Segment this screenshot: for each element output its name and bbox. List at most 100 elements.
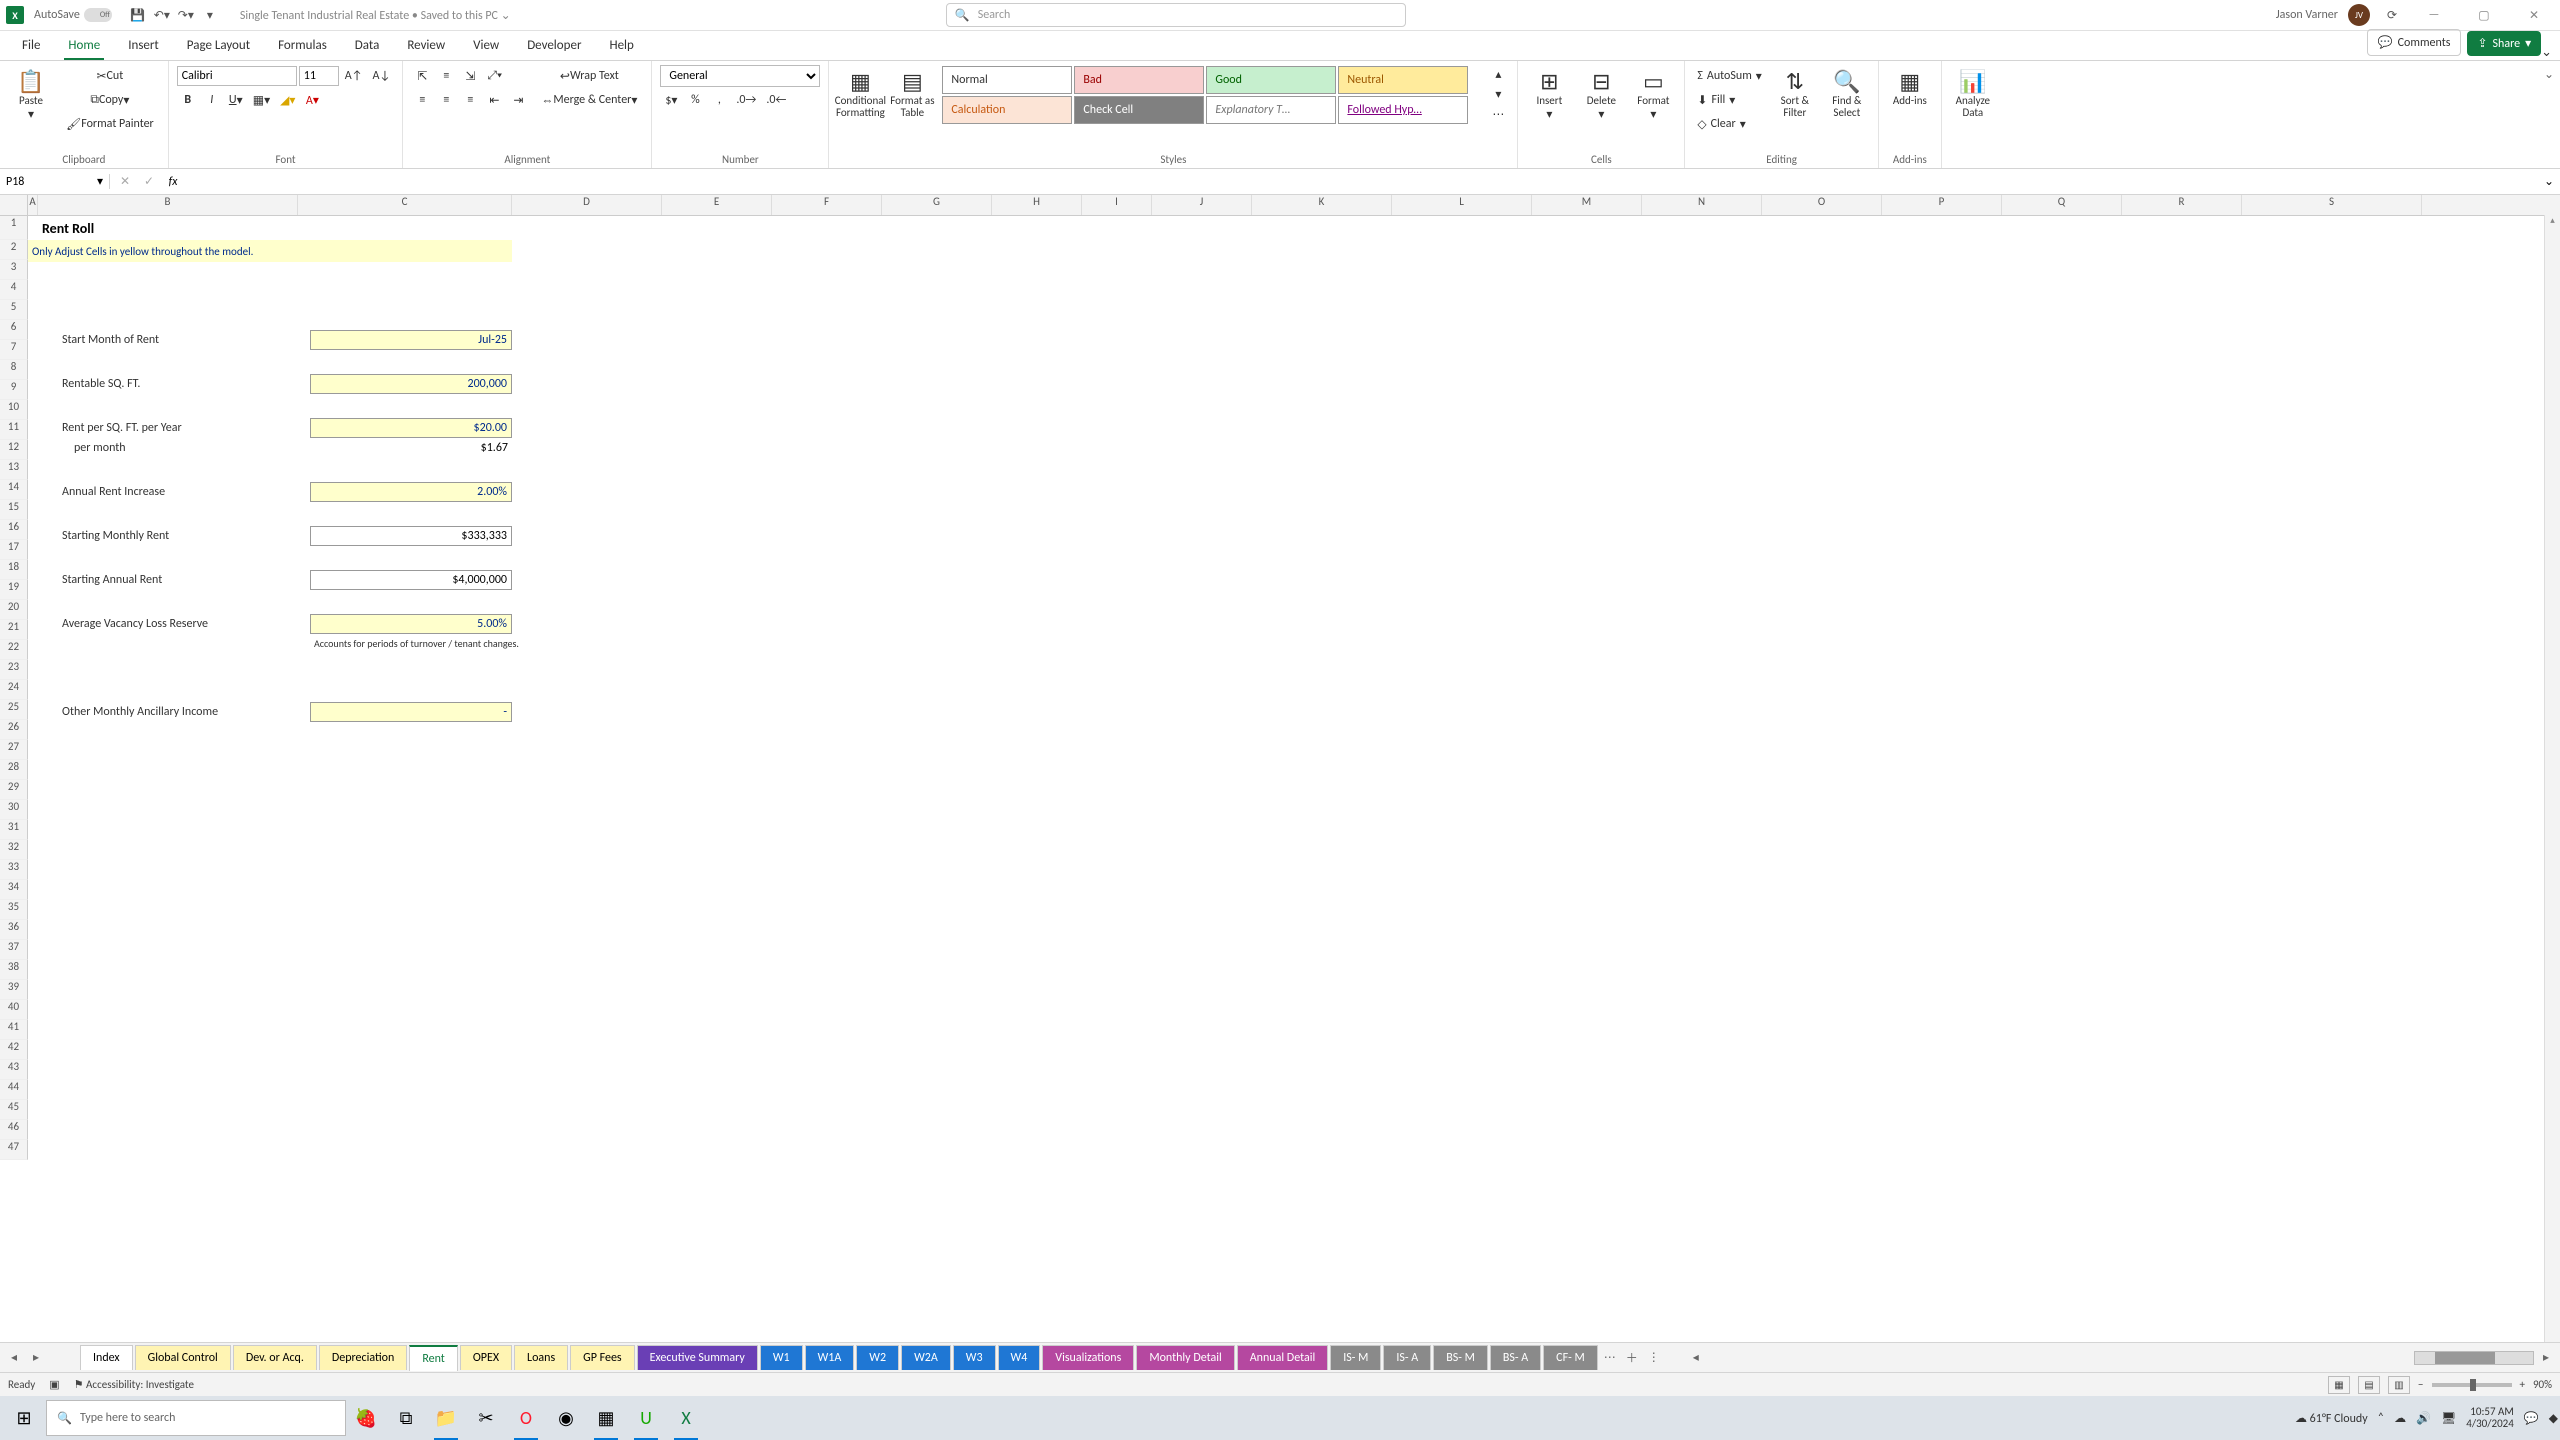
percent-format-icon[interactable]: % [684,89,706,111]
file-explorer-icon[interactable]: 📁 [426,1396,466,1440]
insert-cells-button[interactable]: ⊞Insert▾ [1526,65,1572,124]
label-rentable-sqft[interactable]: Rentable SQ. FT. [58,374,308,394]
row-header[interactable]: 18 [0,560,28,580]
tab-home[interactable]: Home [54,32,114,60]
horizontal-scrollbar[interactable] [2414,1351,2534,1365]
align-bottom-icon[interactable]: ⇲ [459,65,481,87]
row-header[interactable]: 12 [0,440,28,460]
delete-cells-button[interactable]: ⊟Delete▾ [1578,65,1624,124]
row-header[interactable]: 8 [0,360,28,380]
orientation-icon[interactable]: ⤢▾ [483,65,506,87]
h-scroll-left-icon[interactable]: ◂ [1686,1350,1706,1365]
col-header[interactable]: B [38,195,298,215]
sheet-tab-is-m[interactable]: IS- M [1330,1345,1381,1370]
increase-decimal-icon[interactable]: .0→ [732,89,760,111]
row-header[interactable]: 31 [0,820,28,840]
chrome-icon[interactable]: ◉ [546,1396,586,1440]
zoom-slider-thumb[interactable] [2470,1379,2476,1391]
name-box[interactable]: P18 ▾ [0,174,110,189]
tab-formulas[interactable]: Formulas [264,32,341,60]
col-header[interactable]: H [992,195,1082,215]
row-header[interactable]: 15 [0,500,28,520]
sheet-tab-w2[interactable]: W2 [856,1345,899,1370]
align-top-icon[interactable]: ⇱ [411,65,433,87]
taskbar-widget-icon[interactable]: 🍓 [346,1396,386,1440]
row-header[interactable]: 38 [0,960,28,980]
value-per-month[interactable]: $1.67 [310,438,512,458]
analyze-data-button[interactable]: 📊Analyze Data [1950,65,1996,121]
sheet-nav-next[interactable]: ▸ [26,1350,46,1365]
style-normal[interactable]: Normal [942,66,1072,94]
style-neutral[interactable]: Neutral [1338,66,1468,94]
row-header[interactable]: 47 [0,1140,28,1160]
col-header[interactable]: K [1252,195,1392,215]
weather-widget[interactable]: ☁ 61°F Cloudy [2295,1411,2368,1426]
clear-button[interactable]: ◇Clear ▾ [1693,113,1765,135]
bold-button[interactable]: B [177,89,199,111]
label-starting-monthly[interactable]: Starting Monthly Rent [58,526,308,546]
sheet-tab-w3[interactable]: W3 [953,1345,996,1370]
find-select-button[interactable]: 🔍Find & Select [1824,65,1870,121]
tray-chevron-icon[interactable]: ˄ [2378,1411,2384,1425]
col-header[interactable]: N [1642,195,1762,215]
row-header[interactable]: 29 [0,780,28,800]
select-all-corner[interactable] [0,195,28,215]
align-right-icon[interactable]: ≡ [459,89,481,111]
tab-help[interactable]: Help [595,32,647,60]
style-good[interactable]: Good [1206,66,1336,94]
upwork-icon[interactable]: U [626,1396,666,1440]
row-header[interactable]: 34 [0,880,28,900]
style-calculation[interactable]: Calculation [942,96,1072,124]
zoom-slider[interactable] [2432,1383,2512,1387]
italic-button[interactable]: I [201,89,223,111]
col-header[interactable]: I [1082,195,1152,215]
fill-button[interactable]: ⬇Fill ▾ [1693,89,1765,111]
expand-formula-bar-icon[interactable]: ⌄ [2538,171,2560,193]
sheet-tab-gp-fees[interactable]: GP Fees [570,1345,634,1370]
redo-icon[interactable]: ↷▾ [175,4,197,26]
sheet-tabs-more-icon[interactable]: ⋯ [1600,1350,1620,1365]
input-rentable-sqft[interactable]: 200,000 [310,374,512,394]
value-starting-annual[interactable]: $4,000,000 [310,570,512,590]
label-start-month[interactable]: Start Month of Rent [58,330,308,350]
col-header[interactable]: M [1532,195,1642,215]
tab-file[interactable]: File [8,32,54,60]
autosave-toggle[interactable]: AutoSave Off [34,8,112,22]
label-annual-increase[interactable]: Annual Rent Increase [58,482,308,502]
excel-taskbar-icon[interactable]: X [666,1396,706,1440]
decrease-decimal-icon[interactable]: .0← [762,89,790,111]
row-header[interactable]: 14 [0,480,28,500]
copilot-icon[interactable]: ◆ [2549,1411,2558,1426]
paste-button[interactable]: 📋 Paste ▾ [8,65,54,124]
row-header[interactable]: 30 [0,800,28,820]
number-format-select[interactable]: General [660,65,820,87]
share-button[interactable]: ⇪ Share ▾ [2467,31,2541,56]
accessibility-status[interactable]: ⚑ Accessibility: Investigate [74,1378,194,1391]
h-scroll-right-icon[interactable]: ▸ [2536,1350,2556,1365]
align-left-icon[interactable]: ≡ [411,89,433,111]
snipping-tool-icon[interactable]: ✂ [466,1396,506,1440]
row-header[interactable]: 1 [0,216,28,240]
app-icon[interactable]: ▦ [586,1396,626,1440]
row-header[interactable]: 17 [0,540,28,560]
sort-filter-button[interactable]: ⇅Sort & Filter [1772,65,1818,121]
input-start-month[interactable]: Jul-25 [310,330,512,350]
style-bad[interactable]: Bad [1074,66,1204,94]
label-starting-annual[interactable]: Starting Annual Rent [58,570,308,590]
col-header[interactable]: E [662,195,772,215]
sheet-tab-bs-m[interactable]: BS- M [1433,1345,1488,1370]
notifications-icon[interactable]: 💬 [2524,1411,2539,1426]
font-name-input[interactable] [177,66,297,86]
row-header[interactable]: 41 [0,1020,28,1040]
vacancy-note[interactable]: Accounts for periods of turnover / tenan… [310,634,630,652]
font-color-button[interactable]: A▾ [301,89,323,111]
sheet-tab-annual-detail[interactable]: Annual Detail [1237,1345,1329,1370]
col-header[interactable]: S [2242,195,2422,215]
sheet-tabs-options-icon[interactable]: ⋮ [1644,1350,1664,1365]
zoom-in-button[interactable]: + [2520,1378,2525,1391]
col-header[interactable]: O [1762,195,1882,215]
model-note[interactable]: Only Adjust Cells in yellow throughout t… [28,240,512,262]
maximize-button[interactable]: ▢ [2464,1,2504,29]
row-header[interactable]: 6 [0,320,28,340]
styles-more-icon[interactable]: ⋯ [1487,105,1509,123]
